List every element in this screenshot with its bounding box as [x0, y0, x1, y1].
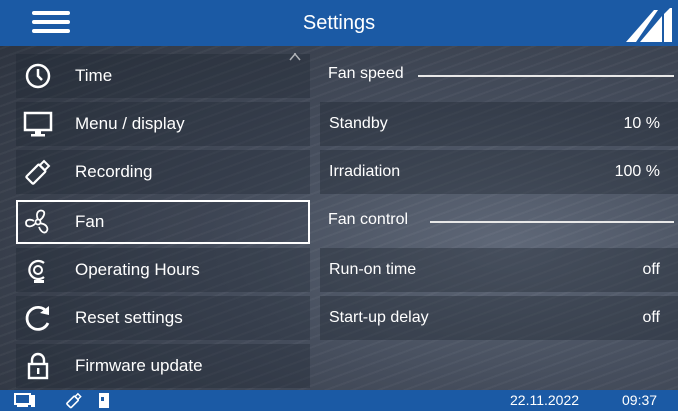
setting-label: Standby	[329, 115, 388, 132]
sidebar-item-reset-settings[interactable]: Reset settings	[16, 296, 310, 340]
fan-icon	[25, 209, 49, 234]
setting-value: off	[642, 261, 661, 278]
sidebar-item-recording[interactable]: Recording	[16, 150, 310, 194]
section-heading-fan-control: Fan control	[320, 200, 676, 240]
sidebar-item-label: Recording	[75, 162, 153, 181]
usb-stick-icon	[25, 159, 51, 185]
setting-label: Run-on time	[329, 261, 417, 278]
sidebar-item-menu-display[interactable]: Menu / display	[16, 102, 310, 146]
sidebar-item-label: Time	[75, 66, 113, 85]
monitor-icon	[23, 111, 53, 137]
clock-icon	[25, 63, 51, 89]
hours-counter-icon	[28, 259, 45, 283]
sidebar-item-label: Fan	[75, 212, 105, 231]
section-heading-fan-speed: Fan speed	[320, 54, 676, 94]
status-bar: 22.11.2022 09:37	[0, 390, 678, 411]
section-divider	[418, 75, 674, 77]
sidebar-item-time[interactable]: Time	[16, 54, 310, 98]
top-bar: Settings	[0, 0, 678, 46]
sidebar-item-label: Reset settings	[75, 308, 183, 327]
page-title: Settings	[302, 12, 376, 34]
sidebar-item-fan[interactable]: Fan	[16, 200, 310, 244]
setting-value: 100 %	[614, 163, 660, 180]
sidebar-item-firmware-update[interactable]: Firmware update	[16, 344, 310, 388]
setting-label: Start-up delay	[329, 309, 429, 326]
usb-stick-icon	[66, 392, 82, 409]
sidebar-item-label: Menu / display	[75, 114, 185, 133]
setting-value: 10 %	[623, 115, 660, 132]
section-divider	[430, 221, 674, 223]
section-heading-label: Fan control	[328, 211, 409, 228]
status-date: 22.11.2022	[510, 392, 580, 408]
setting-row-standby[interactable]: Standby 10 %	[320, 102, 678, 146]
sd-card-icon	[99, 393, 109, 408]
setting-row-run-on-time[interactable]: Run-on time off	[320, 248, 678, 292]
reset-arrow-icon	[25, 305, 50, 331]
lock-icon	[27, 352, 49, 380]
brand-logo-icon	[626, 8, 672, 42]
setting-row-start-up-delay[interactable]: Start-up delay off	[320, 296, 678, 340]
settings-screen: Settings Time Menu / display Recording F…	[0, 0, 678, 411]
sidebar-item-label: Operating Hours	[75, 260, 200, 279]
section-heading-label: Fan speed	[328, 65, 404, 82]
sidebar-item-operating-hours[interactable]: Operating Hours	[16, 248, 310, 292]
setting-value: off	[642, 309, 661, 326]
setting-row-irradiation[interactable]: Irradiation 100 %	[320, 150, 678, 194]
computer-icon	[14, 393, 35, 407]
setting-label: Irradiation	[329, 163, 401, 180]
status-time: 09:37	[622, 392, 658, 408]
sidebar-item-label: Firmware update	[75, 356, 203, 375]
